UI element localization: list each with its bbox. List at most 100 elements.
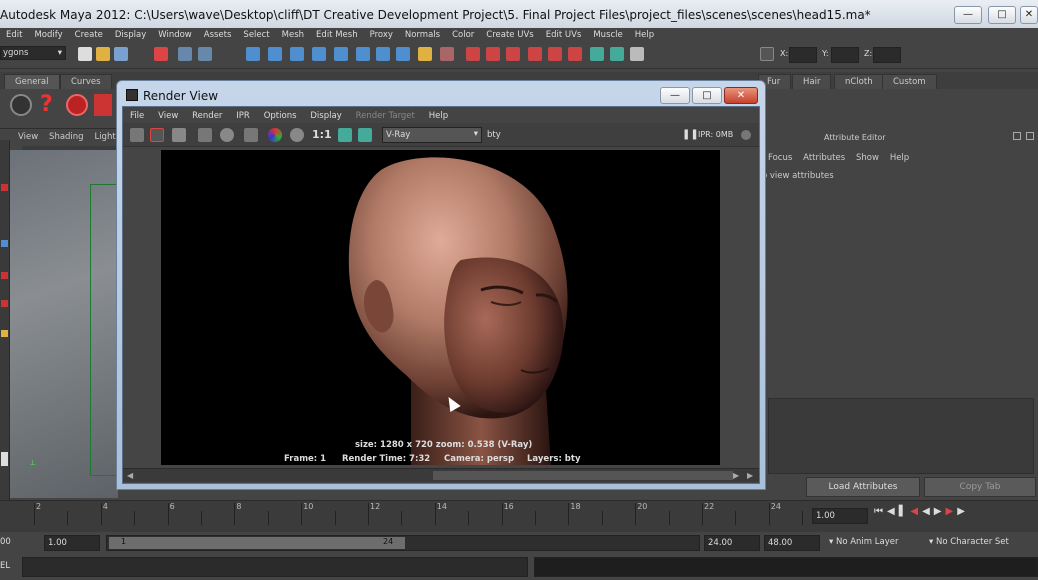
mel-input[interactable] (22, 557, 528, 577)
select-hierarchy-icon[interactable] (154, 47, 168, 61)
playback-end-field[interactable]: 24.00 (704, 535, 760, 551)
copy-tab-button[interactable]: Copy Tab (924, 477, 1036, 497)
rotate-tool-icon[interactable] (1, 272, 8, 279)
channel-box-icon[interactable] (610, 47, 624, 61)
menu-help[interactable]: Help (629, 28, 660, 43)
menu-modify[interactable]: Modify (28, 28, 68, 43)
shelf-tab-ncloth[interactable]: nCloth (834, 74, 884, 89)
scale-tool-icon[interactable] (1, 300, 8, 307)
construction-icon[interactable] (396, 47, 410, 61)
step-back-icon[interactable]: ◀▌ (887, 506, 910, 517)
rv-menu-file[interactable]: File (130, 111, 144, 121)
refresh-icon[interactable] (220, 128, 234, 142)
shelf-tab-general[interactable]: General (4, 74, 60, 89)
redo-render-icon[interactable] (130, 128, 144, 142)
coord-y-field[interactable] (831, 47, 859, 63)
magnet-icon[interactable] (568, 47, 582, 61)
select-component-icon[interactable] (198, 47, 212, 61)
maximize-button[interactable]: □ (988, 6, 1016, 24)
open-scene-icon[interactable] (96, 47, 110, 61)
menu-create[interactable]: Create (69, 28, 109, 43)
rv-menu-render-target[interactable]: Render Target (356, 111, 415, 121)
menu-mesh[interactable]: Mesh (276, 28, 310, 43)
snap-grid-icon[interactable] (246, 47, 260, 61)
attr-menu-help[interactable]: Help (890, 153, 909, 163)
snap-view-icon[interactable] (356, 47, 370, 61)
snap-curve-icon[interactable] (268, 47, 282, 61)
panel-menu-shading[interactable]: Shading (49, 132, 84, 142)
range-slider-track[interactable]: 1 24 (106, 535, 700, 551)
ipr-render-icon[interactable] (486, 47, 500, 61)
rv-menu-render[interactable]: Render (192, 111, 222, 121)
shelf-tab-hair[interactable]: Hair (792, 74, 832, 89)
float-panel-icon[interactable] (1013, 132, 1021, 140)
attr-menu-show[interactable]: Show (856, 153, 879, 163)
animation-end-field[interactable]: 48.00 (764, 535, 820, 551)
menu-window[interactable]: Window (152, 28, 198, 43)
step-forward-icon[interactable]: ▶ (957, 506, 969, 517)
render-view-scrollbar[interactable]: ◀ ▶ ▶ (123, 468, 759, 482)
menu-create-uvs[interactable]: Create UVs (480, 28, 539, 43)
render-region-icon[interactable] (150, 128, 164, 142)
render-reel-icon[interactable] (66, 94, 88, 116)
keep-image-icon[interactable] (338, 128, 352, 142)
alpha-channel-icon[interactable] (290, 128, 304, 142)
render-frame-icon[interactable] (466, 47, 480, 61)
lock-icon[interactable] (418, 47, 432, 61)
attr-menu-attributes[interactable]: Attributes (803, 153, 845, 163)
scroll-left-icon[interactable]: ◀ (127, 471, 133, 480)
rv-minimize-button[interactable]: — (660, 87, 690, 104)
scroll-thumb[interactable] (433, 471, 733, 480)
rv-menu-help[interactable]: Help (429, 111, 448, 121)
menu-edit-mesh[interactable]: Edit Mesh (310, 28, 364, 43)
character-set-selector[interactable]: ▾ No Character Set (926, 535, 1026, 551)
coord-z-field[interactable] (873, 47, 901, 63)
rv-menu-view[interactable]: View (158, 111, 178, 121)
menu-muscle[interactable]: Muscle (587, 28, 628, 43)
history-icon[interactable] (376, 47, 390, 61)
scroll-end-icon[interactable]: ▶ (747, 471, 753, 480)
layout-icon[interactable] (1, 452, 8, 466)
film-reel-icon[interactable] (10, 94, 32, 116)
step-back-key-icon[interactable]: ◀ (910, 506, 922, 517)
close-panel-icon[interactable] (1026, 132, 1034, 140)
close-button[interactable]: ✕ (1020, 6, 1038, 24)
snap-surface-icon[interactable] (334, 47, 348, 61)
render-icon[interactable] (548, 47, 562, 61)
ipr-icon[interactable] (198, 128, 212, 142)
save-scene-icon[interactable] (114, 47, 128, 61)
renderer-selector[interactable]: V-Ray ▾ (382, 127, 482, 143)
menu-color[interactable]: Color (446, 28, 480, 43)
menu-assets[interactable]: Assets (198, 28, 238, 43)
snap-point-icon[interactable] (290, 47, 304, 61)
menu-proxy[interactable]: Proxy (364, 28, 399, 43)
ipr-tune-icon[interactable] (244, 128, 258, 142)
rv-menu-display[interactable]: Display (310, 111, 341, 121)
step-forward-key-icon[interactable]: ▶ (946, 506, 958, 517)
rv-menu-ipr[interactable]: IPR (236, 111, 250, 121)
panel-layout-icon[interactable] (590, 47, 604, 61)
scroll-right-icon[interactable]: ▶ (733, 471, 739, 480)
play-backward-icon[interactable]: ◀ (922, 506, 934, 517)
move-tool-icon[interactable] (1, 240, 8, 247)
help-icon[interactable]: ? (40, 92, 53, 117)
playback-start-field[interactable]: 1.00 (44, 535, 100, 551)
attribute-notes-area[interactable] (768, 398, 1034, 474)
3d-viewport[interactable]: ⟂ (10, 150, 118, 498)
play-forward-icon[interactable]: ▶ (934, 506, 946, 517)
rv-maximize-button[interactable]: □ (692, 87, 722, 104)
pause-ipr-icon[interactable]: ❚❚ (682, 129, 699, 140)
load-attributes-button[interactable]: Load Attributes (806, 477, 920, 497)
menu-edit-uvs[interactable]: Edit UVs (540, 28, 588, 43)
menu-select[interactable]: Select (237, 28, 275, 43)
shelf-tab-custom[interactable]: Custom (882, 74, 937, 89)
rendered-image[interactable]: size: 1280 x 720 zoom: 0.538 (V-Ray) Fra… (161, 150, 720, 465)
menu-normals[interactable]: Normals (399, 28, 446, 43)
tool-settings-icon[interactable] (630, 47, 644, 61)
rgb-channel-icon[interactable] (268, 128, 282, 142)
real-size-label[interactable]: 1:1 (312, 128, 332, 141)
panel-menu-view[interactable]: View (18, 132, 38, 142)
attr-menu-focus[interactable]: Focus (768, 153, 792, 163)
snap-plane-icon[interactable] (312, 47, 326, 61)
select-object-icon[interactable] (178, 47, 192, 61)
